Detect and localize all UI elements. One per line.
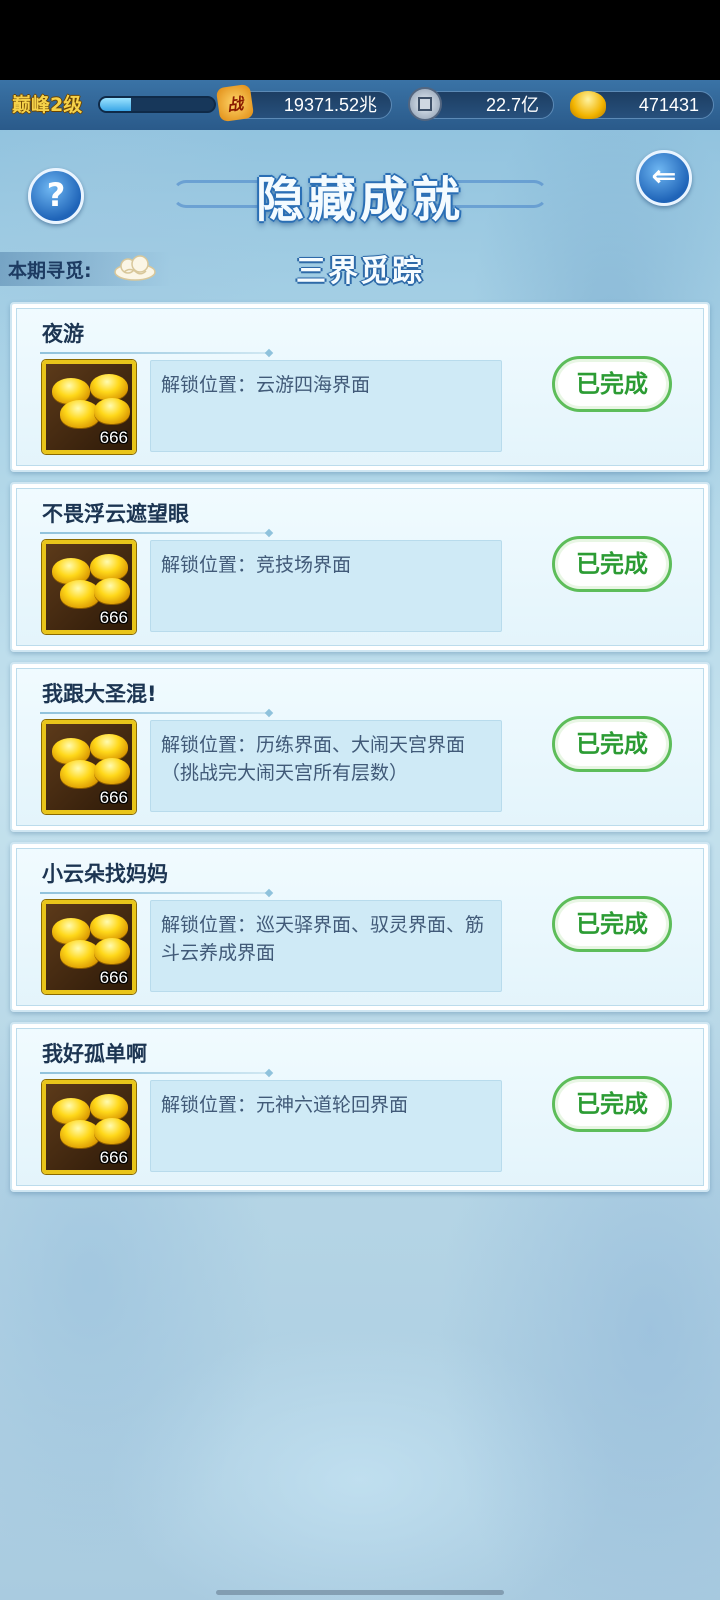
level-progress-fill	[100, 98, 131, 111]
resource-bar: 巅峰2级 19371.52兆 战 22.7亿 471431	[0, 80, 720, 130]
achievement-card: 我好孤单啊 666 解锁位置：元神六道轮回界面 已完成	[10, 1022, 710, 1192]
gold-ingot-icon	[94, 398, 130, 424]
completed-button[interactable]: 已完成	[552, 716, 672, 772]
reward-item[interactable]: 666	[42, 720, 136, 814]
completed-button[interactable]: 已完成	[552, 536, 672, 592]
gold-ingot-icon	[94, 1118, 130, 1144]
battle-power-icon: 战	[215, 83, 255, 123]
level-label: 巅峰2级	[12, 94, 83, 116]
cloud-icon	[114, 255, 156, 281]
gold-ingot-icon	[94, 758, 130, 784]
copper-coin-icon	[408, 87, 442, 121]
unlock-description: 解锁位置：竞技场界面	[150, 540, 502, 632]
reward-quantity: 666	[99, 608, 128, 627]
reward-item[interactable]: 666	[42, 1080, 136, 1174]
reward-item[interactable]: 666	[42, 900, 136, 994]
gold-ingot-icon	[90, 554, 128, 580]
back-button[interactable]: ⇐	[636, 150, 692, 206]
gold-ingot-icon	[90, 374, 128, 400]
help-button[interactable]: ?	[28, 168, 84, 224]
achievement-card: 小云朵找妈妈 666 解锁位置：巡天驿界面、驭灵界面、筋斗云养成界面 已完成	[10, 842, 710, 1012]
page-title: 隐藏成就	[255, 172, 464, 228]
reward-item[interactable]: 666	[42, 540, 136, 634]
title-divider	[40, 532, 268, 534]
completed-button[interactable]: 已完成	[552, 356, 672, 412]
home-indicator[interactable]	[216, 1590, 504, 1595]
gold-ingot-icon	[570, 91, 606, 119]
reward-quantity: 666	[99, 1148, 128, 1167]
gold-ingot-icon	[94, 938, 130, 964]
level-progress-bar	[98, 96, 216, 113]
unlock-description: 解锁位置：元神六道轮回界面	[150, 1080, 502, 1172]
achievement-card: 夜游 666 解锁位置：云游四海界面 已完成	[10, 302, 710, 472]
achievement-title: 不畏浮云遮望眼	[42, 502, 189, 526]
gold-ingot-icon	[90, 914, 128, 940]
reward-quantity: 666	[99, 968, 128, 987]
status-bar	[0, 0, 720, 80]
reward-quantity: 666	[99, 428, 128, 447]
completed-button[interactable]: 已完成	[552, 896, 672, 952]
achievement-title: 小云朵找妈妈	[42, 862, 168, 886]
reward-quantity: 666	[99, 788, 128, 807]
achievement-title: 我好孤单啊	[42, 1042, 147, 1066]
completed-button[interactable]: 已完成	[552, 1076, 672, 1132]
period-name: 三界觅踪	[296, 254, 424, 289]
battle-power-value: 19371.52兆	[232, 91, 392, 119]
unlock-description: 解锁位置：云游四海界面	[150, 360, 502, 452]
unlock-description: 解锁位置：巡天驿界面、驭灵界面、筋斗云养成界面	[150, 900, 502, 992]
period-label: 本期寻觅:	[8, 260, 92, 282]
title-divider	[40, 1072, 268, 1074]
gold-ingot-icon	[90, 1094, 128, 1120]
title-divider	[40, 892, 268, 894]
unlock-description: 解锁位置：历练界面、大闹天宫界面（挑战完大闹天宫所有层数）	[150, 720, 502, 812]
achievement-card: 我跟大圣混! 666 解锁位置：历练界面、大闹天宫界面（挑战完大闹天宫所有层数）…	[10, 662, 710, 832]
reward-item[interactable]: 666	[42, 360, 136, 454]
achievement-card: 不畏浮云遮望眼 666 解锁位置：竞技场界面 已完成	[10, 482, 710, 652]
achievement-title: 我跟大圣混!	[42, 682, 157, 706]
gold-ingot-icon	[94, 578, 130, 604]
title-divider	[40, 712, 268, 714]
title-divider	[40, 352, 268, 354]
gold-ingot-icon	[90, 734, 128, 760]
achievement-title: 夜游	[42, 322, 84, 346]
